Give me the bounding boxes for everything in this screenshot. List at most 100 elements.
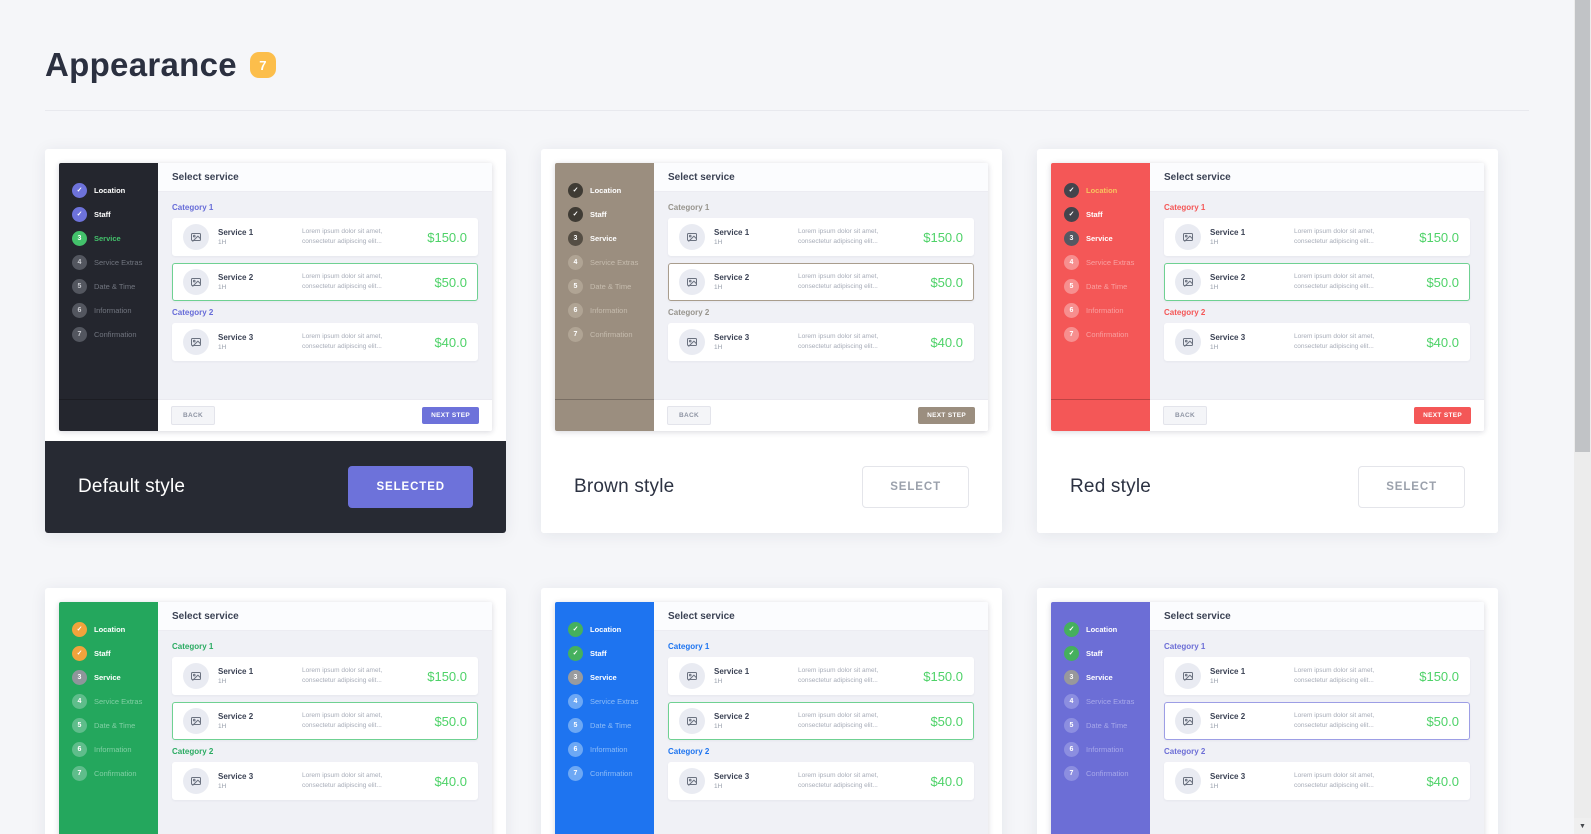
step-label: Date & Time [1086, 282, 1127, 291]
preview-title: Select service [158, 602, 492, 631]
step-information: 6 Information [568, 298, 650, 322]
service-name: Service 3 [218, 333, 302, 342]
select-button[interactable]: SELECT [862, 466, 969, 508]
service-item-service-2: Service 2 1H Lorem ipsum dolor sit amet,… [1164, 263, 1470, 301]
steps-list: ✓ Location ✓ Staff 3 Service 4 Service E… [59, 602, 158, 834]
step-confirmation: 7 Confirmation [72, 761, 154, 785]
step-number-badge: 7 [72, 327, 87, 342]
step-number-badge: 4 [568, 255, 583, 270]
service-duration: 1H [714, 678, 798, 685]
step-number-badge: 6 [1064, 742, 1079, 757]
vertical-scrollbar: ▼ [1574, 0, 1591, 834]
style-card-footer: Default style SELECTED [45, 441, 506, 533]
step-staff: ✓ Staff [568, 202, 650, 226]
service-price: $150.0 [923, 669, 963, 684]
check-icon: ✓ [1064, 207, 1079, 222]
service-duration: 1H [1210, 284, 1294, 291]
scrollbar-thumb[interactable] [1575, 0, 1590, 452]
service-name: Service 2 [714, 273, 798, 282]
check-icon: ✓ [568, 207, 583, 222]
step-location: ✓ Location [568, 617, 650, 641]
step-label: Date & Time [94, 721, 135, 730]
preview-title: Select service [158, 163, 492, 192]
page-header: Appearance 7 [45, 46, 1529, 84]
service-description: Lorem ipsum dolor sit amet,consectetur a… [302, 771, 426, 791]
service-name: Service 1 [1210, 228, 1294, 237]
service-description: Lorem ipsum dolor sit amet,consectetur a… [798, 227, 915, 247]
image-icon [183, 663, 209, 689]
image-icon [679, 329, 705, 355]
step-label: Date & Time [1086, 721, 1127, 730]
category-label: Category 1 [172, 203, 478, 212]
preview-sidebar: ✓ Location ✓ Staff 3 Service 4 Service E… [1051, 163, 1150, 431]
check-icon: ✓ [1064, 183, 1079, 198]
service-name: Service 1 [218, 228, 302, 237]
category-label: Category 2 [668, 308, 974, 317]
step-label: Information [1086, 306, 1124, 315]
service-description: Lorem ipsum dolor sit amet,consectetur a… [1294, 666, 1411, 686]
style-name: Red style [1070, 476, 1151, 498]
step-information: 6 Information [568, 737, 650, 761]
step-location: ✓ Location [72, 617, 154, 641]
preview-title: Select service [654, 163, 988, 192]
selected-button[interactable]: SELECTED [348, 466, 473, 508]
service-duration: 1H [714, 723, 798, 730]
service-item-service-3: Service 3 1H Lorem ipsum dolor sit amet,… [668, 762, 974, 800]
step-number-badge: 4 [568, 694, 583, 709]
step-service-extras: 4 Service Extras [72, 689, 154, 713]
service-item-service-3: Service 3 1H Lorem ipsum dolor sit amet,… [1164, 323, 1470, 361]
image-icon [679, 269, 705, 295]
steps-list: ✓ Location ✓ Staff 3 Service 4 Service E… [59, 163, 158, 399]
step-label: Confirmation [1086, 330, 1129, 339]
preview-sidebar: ✓ Location ✓ Staff 3 Service 4 Service E… [59, 602, 158, 834]
service-duration: 1H [218, 783, 302, 790]
style-card-purple: ✓ Location ✓ Staff 3 Service 4 Service E… [1037, 588, 1498, 834]
step-service-extras: 4 Service Extras [568, 250, 650, 274]
style-card-default: ✓ Location ✓ Staff 3 Service 4 Service E… [45, 149, 506, 533]
service-price: $150.0 [923, 230, 963, 245]
step-label: Staff [1086, 210, 1103, 219]
sidebar-footer [59, 399, 158, 431]
services-list: Category 1 Service 1 1H Lorem ipsum dolo… [1150, 631, 1484, 834]
scroll-down-icon[interactable]: ▼ [1574, 818, 1591, 834]
check-icon: ✓ [72, 622, 87, 637]
step-label: Location [590, 625, 621, 634]
services-list: Category 1 Service 1 1H Lorem ipsum dolo… [158, 631, 492, 834]
step-number-badge: 4 [1064, 694, 1079, 709]
service-price: $50.0 [930, 275, 963, 290]
booking-widget-preview: ✓ Location ✓ Staff 3 Service 4 Service E… [59, 602, 492, 834]
service-description: Lorem ipsum dolor sit amet,consectetur a… [1294, 272, 1418, 292]
step-label: Service [94, 673, 121, 682]
sidebar-footer [555, 399, 654, 431]
step-label: Information [94, 306, 132, 315]
category-label: Category 1 [668, 642, 974, 651]
image-icon [679, 663, 705, 689]
step-label: Location [1086, 186, 1117, 195]
step-service-extras: 4 Service Extras [1064, 250, 1146, 274]
check-icon: ✓ [72, 183, 87, 198]
step-number-badge: 7 [1064, 327, 1079, 342]
step-confirmation: 7 Confirmation [1064, 322, 1146, 346]
service-name: Service 1 [218, 667, 302, 676]
step-number-badge: 5 [568, 279, 583, 294]
step-label: Service Extras [590, 697, 638, 706]
preview-sidebar: ✓ Location ✓ Staff 3 Service 4 Service E… [59, 163, 158, 431]
check-icon: ✓ [1064, 646, 1079, 661]
page-content: Appearance 7 ✓ Location ✓ Staff 3 Servic… [0, 0, 1574, 834]
style-preview-green: ✓ Location ✓ Staff 3 Service 4 Service E… [45, 588, 506, 834]
service-duration: 1H [714, 783, 798, 790]
select-button[interactable]: SELECT [1358, 466, 1465, 508]
style-name: Default style [78, 476, 185, 498]
service-description: Lorem ipsum dolor sit amet,consectetur a… [798, 771, 922, 791]
image-icon [183, 329, 209, 355]
step-label: Location [94, 625, 125, 634]
steps-list: ✓ Location ✓ Staff 3 Service 4 Service E… [1051, 163, 1150, 399]
step-information: 6 Information [72, 298, 154, 322]
step-staff: ✓ Staff [568, 641, 650, 665]
service-duration: 1H [218, 284, 302, 291]
image-icon [183, 708, 209, 734]
step-number-badge: 5 [72, 279, 87, 294]
step-number-badge: 6 [568, 742, 583, 757]
style-preview-blue: ✓ Location ✓ Staff 3 Service 4 Service E… [541, 588, 1002, 834]
image-icon [1175, 768, 1201, 794]
